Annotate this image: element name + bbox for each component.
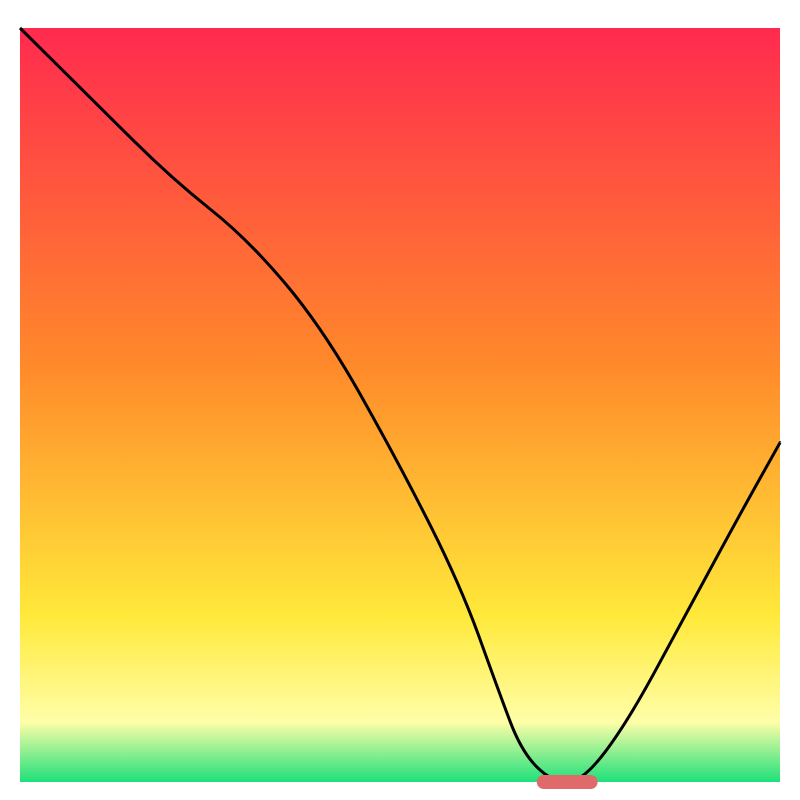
frame-top — [0, 0, 800, 28]
optimal-marker — [537, 775, 598, 789]
frame-right — [780, 0, 800, 800]
chart-stage: TheBottleneck.com — [0, 0, 800, 800]
bottleneck-chart — [0, 0, 800, 800]
frame-left — [0, 0, 20, 800]
frame-bottom — [0, 782, 800, 800]
